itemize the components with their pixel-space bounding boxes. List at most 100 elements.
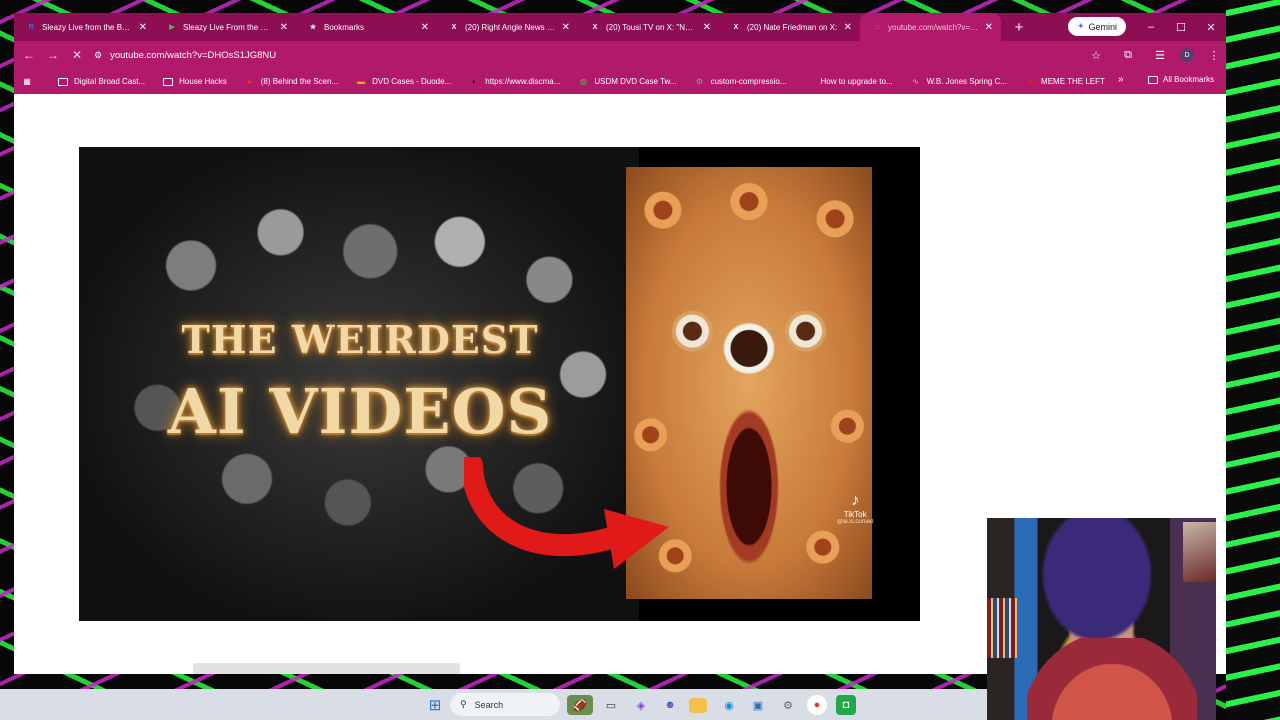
taskbar: ⊞ ⚲ Search 🏈 ▭ ◈ ☻ ◉ ▣ ⚙ ● ◘ [0,689,987,720]
all-bookmarks-button[interactable]: All Bookmarks [1148,75,1214,84]
browser-tab[interactable]: ▶ Sleazy Live From the Bunk ✕ [155,13,296,41]
browser-tab[interactable]: X (20) Tousi TV on X: "Nearly ✕ [578,13,719,41]
close-tab-icon[interactable]: ✕ [562,22,570,33]
search-icon: ⚲ [460,699,467,709]
thumbnail-title-line1: THE WEIRDEST [181,317,539,362]
bookmark-item[interactable]: ● (8) Behind the Scen... [245,77,338,87]
settings-icon[interactable]: ⚙ [778,695,798,715]
browser-tab[interactable]: X (20) Right Angle News Ne ✕ [437,13,578,41]
bookmark-item[interactable]: ◍ USDM DVD Case Tw... [578,77,677,87]
apple-icon [805,77,815,87]
globe-icon: ◍ [579,77,587,86]
profile-avatar[interactable]: D [1180,48,1194,62]
tiktok-watermark: ♪ TikTok @ai.is.cursed [837,492,873,525]
search-label: Search [474,699,504,710]
tiktok-label: TikTok [843,510,867,519]
thumbnail-title-line2: AI VIDEOS [167,375,553,448]
folder-icon [163,77,174,86]
sparkle-icon: ✦ [1077,21,1085,31]
browser-toolbar: ← → ✕ ⚙ youtube.com/watch?v=DHOsS1JG8NU … [14,41,1226,69]
close-tab-icon[interactable]: ✕ [703,22,711,33]
forward-button[interactable]: → [41,43,65,67]
bookmark-item[interactable]: ∿ W.B. Jones Spring C... [911,77,1007,87]
bookmark-item[interactable]: Digital Broad Cast... [58,77,145,86]
file-explorer-icon[interactable] [689,698,707,713]
red-arrow-icon [464,457,669,569]
webcam-overlay [987,518,1216,720]
url-text[interactable]: youtube.com/watch?v=DHOsS1JG8NU [110,50,276,61]
edge-icon[interactable]: ◉ [719,695,739,715]
x-icon: X [592,23,598,31]
gemini-button[interactable]: ✦ Gemini [1068,17,1127,36]
bookmark-item[interactable]: ▬ DVD Cases - Duode... [356,77,451,87]
wall-poster [1183,522,1216,582]
store-icon[interactable]: ▣ [748,695,768,715]
loading-skeleton [193,663,460,674]
tiktok-handle: @ai.is.cursed [837,519,874,525]
browser-tab[interactable]: ◌ youtube.com/watch?v=DH ✕ [860,13,1001,41]
tab-search-icon[interactable]: ⧉ [1116,44,1140,66]
bookmark-item[interactable]: How to upgrade to... [805,77,893,87]
red-dot-icon: ● [1027,77,1033,86]
disc-icon: ◐ [471,77,477,86]
tiktok-icon: ♪ [851,492,860,509]
stop-loading-button[interactable]: ✕ [65,43,89,67]
bookmark-label: (8) Behind the Scen... [260,77,339,86]
tab-title: Sleazy Live from the Bunk [42,22,133,32]
teams-icon[interactable]: ☻ [660,695,680,715]
browser-tab[interactable]: X (20) Nate Friedman on X: ✕ [719,13,860,41]
bookmark-label: https://www.discma... [485,77,561,86]
bookmark-star-icon[interactable]: ☆ [1084,44,1108,66]
windows-start-icon[interactable]: ⊞ [425,695,445,715]
gemini-label: Gemini [1088,21,1118,32]
browser-tab[interactable]: ★ Bookmarks ✕ [296,13,437,41]
app-icon[interactable]: ◘ [836,695,856,715]
reading-list-icon[interactable]: ☰ [1148,44,1172,66]
close-window-button[interactable]: ✕ [1196,13,1226,41]
maximize-button[interactable]: ☐ [1166,13,1196,41]
task-view-icon[interactable]: ▭ [601,695,621,715]
bookmark-label: Digital Broad Cast... [74,77,146,86]
bookmark-item[interactable]: House Hacks [163,77,227,86]
new-tab-button[interactable]: + [1007,15,1031,39]
apps-icon[interactable]: ▦ [22,77,38,87]
x-icon: X [451,23,457,31]
dvd-icon: ▬ [357,77,366,86]
taskbar-search[interactable]: ⚲ Search [450,693,560,716]
site-info-icon[interactable]: ⚙ [94,50,102,61]
all-bookmarks-label: All Bookmarks [1163,75,1215,84]
tab-title: (20) Right Angle News Ne [465,22,556,32]
address-bar[interactable]: ⚙ youtube.com/watch?v=DHOsS1JG8NU [94,44,1094,66]
tab-title: (20) Nate Friedman on X: [747,22,838,32]
video-player[interactable]: THE WEIRDEST AI VIDEOS ♪ TikTok @ai.is.c… [79,147,920,621]
minimize-button[interactable]: – [1136,13,1166,41]
bookmark-label: DVD Cases - Duode... [372,77,452,86]
bookshelf [987,598,1017,658]
bookmark-label: How to upgrade to... [820,77,893,86]
r-icon: R [28,23,34,31]
menu-icon[interactable]: ⋮ [1202,44,1226,66]
chrome-icon[interactable]: ● [807,695,827,715]
bookmarks-overflow-button[interactable]: » [1118,74,1124,85]
tab-title: Sleazy Live From the Bunk [183,22,274,32]
close-tab-icon[interactable]: ✕ [844,22,852,33]
tab-title: Bookmarks [324,22,365,32]
bookmark-item[interactable]: ◐ https://www.discma... [469,77,561,87]
toolbar-actions: ☆ ⧉ ☰ D ⋮ [1084,44,1226,66]
close-tab-icon[interactable]: ✕ [280,22,288,33]
copilot-icon[interactable]: ◈ [631,695,651,715]
back-button[interactable]: ← [17,43,41,67]
window-controls: – ☐ ✕ [1136,13,1226,41]
browser-tab[interactable]: R Sleazy Live from the Bunk ✕ [14,13,155,41]
close-tab-icon[interactable]: ✕ [139,22,147,33]
x-icon: X [733,23,739,31]
bookmark-item[interactable]: ● MEME THE LEFT [1025,77,1105,87]
close-tab-icon[interactable]: ✕ [985,22,993,33]
spring-icon: ∿ [912,77,919,86]
play-icon: ▶ [169,24,175,31]
coat [1027,638,1197,720]
widgets-icon[interactable]: 🏈 [567,695,593,715]
tab-title: youtube.com/watch?v=DH [888,22,979,32]
close-tab-icon[interactable]: ✕ [421,22,429,33]
bookmark-item[interactable]: ⚙ custom-compressio... [694,77,787,87]
